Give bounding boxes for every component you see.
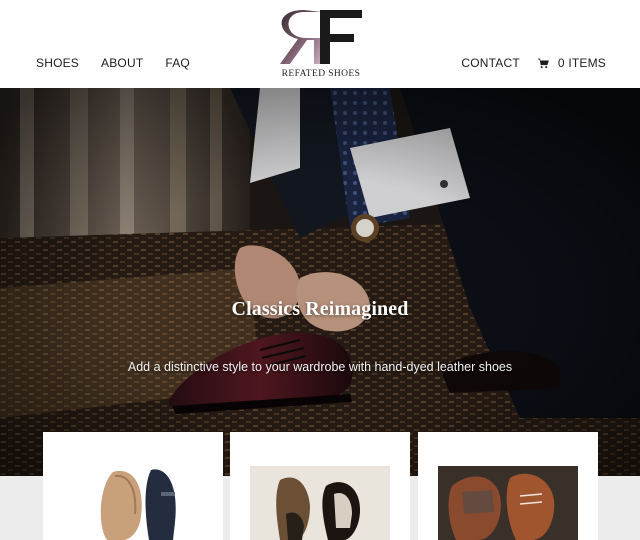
rf-monogram-logo [280, 10, 362, 64]
brand-name: REFATED SHOES [281, 69, 361, 79]
main-nav: SHOES ABOUT FAQ [36, 55, 190, 71]
site-logo[interactable]: REFATED SHOES [276, 8, 366, 82]
hero-title: Classics Reimagined [231, 298, 409, 320]
cart-button[interactable]: 0 ITEMS [537, 55, 606, 71]
nav-about-link[interactable]: ABOUT [101, 55, 143, 71]
utility-nav: CONTACT 0 ITEMS [461, 55, 606, 71]
product-image [438, 466, 578, 540]
cart-icon [537, 58, 549, 68]
hero-banner: Classics Reimagined Add a distinctive st… [0, 88, 640, 476]
nav-shoes-link[interactable]: SHOES [36, 55, 79, 71]
site-header: SHOES ABOUT FAQ REFATED SHOES CONTACT 0 … [0, 0, 640, 88]
nav-faq-link[interactable]: FAQ [165, 55, 190, 71]
hero-photo [0, 88, 640, 476]
product-image [250, 466, 390, 540]
product-card[interactable] [418, 432, 598, 540]
nav-contact-link[interactable]: CONTACT [461, 55, 520, 71]
product-card[interactable] [43, 432, 223, 540]
hero-subtitle: Add a distinctive style to your wardrobe… [127, 360, 513, 374]
product-card[interactable] [230, 432, 410, 540]
product-image [63, 466, 203, 540]
cart-count: 0 ITEMS [557, 56, 606, 70]
